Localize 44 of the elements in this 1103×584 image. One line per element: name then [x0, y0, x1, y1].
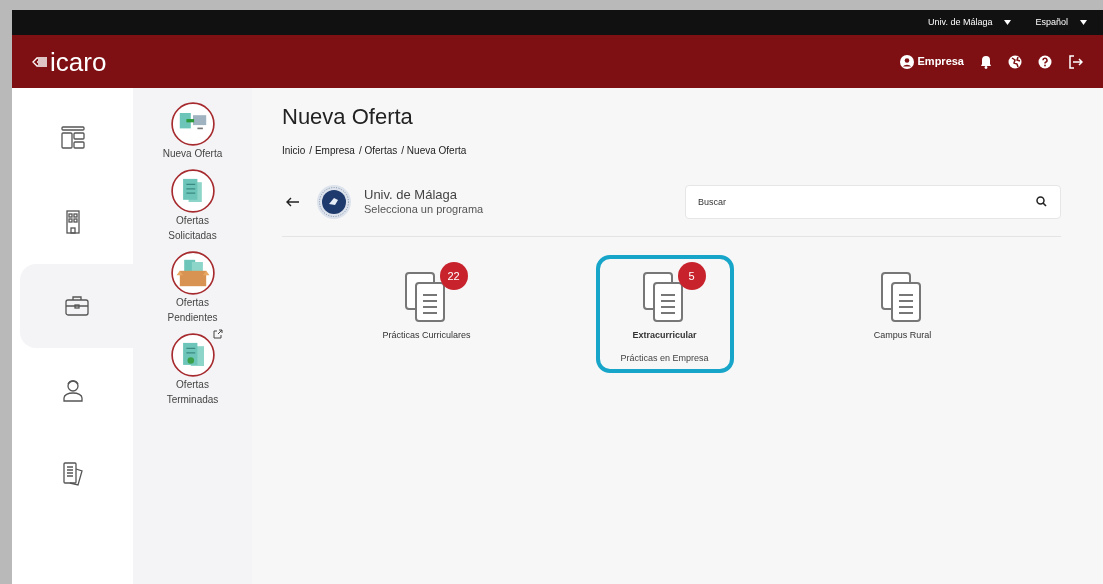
language-dropdown[interactable]: Español — [1035, 15, 1087, 30]
briefcase-icon — [63, 293, 90, 319]
caret-icon — [1080, 20, 1087, 25]
institution-subtitle: Selecciona un programa — [364, 203, 484, 217]
program-card[interactable]: 22 Prácticas Curriculares — [357, 255, 496, 373]
logout-icon[interactable] — [1068, 54, 1083, 69]
external-link-icon — [212, 329, 223, 339]
caret-icon — [1004, 20, 1012, 25]
breadcrumb-link[interactable]: Inicio — [282, 143, 306, 158]
page-title: Nueva Oferta — [282, 103, 414, 131]
count-badge: 5 — [677, 262, 706, 290]
wing-icon — [32, 54, 48, 69]
program-card[interactable]: 5 Extracurricular Prácticas en Empresa — [595, 255, 734, 373]
help-icon[interactable] — [1038, 54, 1052, 69]
university-seal-icon — [316, 184, 352, 220]
arrow-left-icon — [286, 197, 300, 207]
menu-item[interactable]: Ofertas Pendientes — [142, 251, 243, 325]
dashboard-icon — [59, 125, 86, 151]
program-title: Extracurricular — [632, 329, 697, 342]
offer-icon — [170, 251, 215, 295]
institution-dropdown[interactable]: Univ. de Málaga — [928, 15, 1012, 30]
program-card[interactable]: Campus Rural — [833, 255, 972, 373]
breadcrumb-link[interactable]: / Nueva Oferta — [401, 143, 467, 158]
globe-icon[interactable] — [1008, 54, 1022, 69]
program-title: Campus Rural — [873, 329, 932, 342]
user-menu[interactable]: Empresa — [899, 53, 964, 70]
search-icon[interactable] — [1036, 196, 1047, 207]
user-icon — [899, 54, 914, 69]
offer-icon — [170, 102, 215, 146]
menu-item[interactable]: Nueva Oferta — [142, 102, 243, 161]
count-badge: 22 — [439, 262, 468, 290]
offer-icon — [170, 169, 215, 213]
offer-icon — [170, 333, 215, 377]
program-subtitle: Prácticas en Empresa — [620, 351, 709, 365]
breadcrumb-link[interactable]: / Empresa — [309, 143, 355, 158]
bell-icon[interactable] — [980, 54, 992, 69]
search-field[interactable]: Buscar — [685, 185, 1061, 219]
breadcrumb-link[interactable]: / Ofertas — [358, 143, 398, 158]
menu-item[interactable]: Ofertas Terminadas — [142, 333, 243, 407]
nav-item[interactable] — [20, 264, 133, 348]
institution-name: Univ. de Málaga — [364, 187, 458, 204]
program-title: Prácticas Curriculares — [382, 329, 471, 342]
logo[interactable]: icaro — [32, 48, 107, 75]
menu-item[interactable]: Ofertas Solicitadas — [142, 169, 243, 243]
